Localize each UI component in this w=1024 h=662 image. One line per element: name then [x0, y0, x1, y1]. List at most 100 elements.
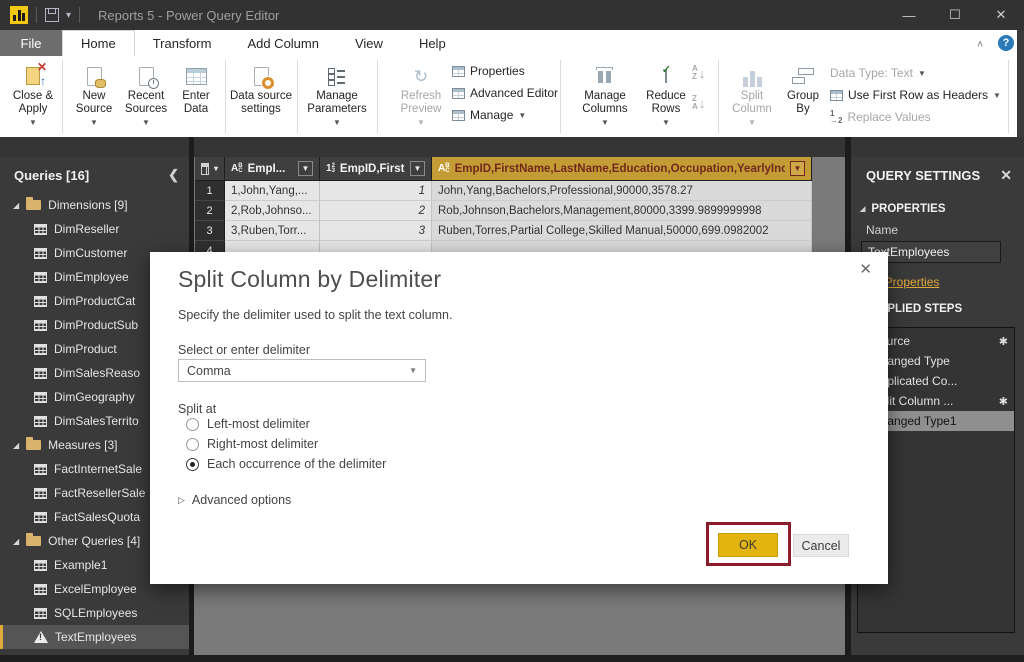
- split-column-icon: [740, 65, 764, 87]
- dialog-close-icon[interactable]: ✕: [859, 260, 872, 278]
- sidebar-folder-dimensions[interactable]: ◢ Dimensions [9]: [0, 193, 189, 217]
- cell[interactable]: John,Yang,Bachelors,Professional,90000,3…: [432, 181, 812, 201]
- column-header-2[interactable]: 123 EmpID,First... ▼: [320, 157, 432, 181]
- tab-view[interactable]: View: [337, 30, 401, 56]
- tab-transform[interactable]: Transform: [135, 30, 230, 56]
- grid-corner-cell[interactable]: ▾: [195, 157, 225, 181]
- properties-button[interactable]: Properties: [452, 64, 525, 78]
- step-settings-gear-icon[interactable]: ✱: [999, 335, 1008, 348]
- advanced-editor-button[interactable]: Advanced Editor: [452, 86, 558, 100]
- step-settings-gear-icon[interactable]: ✱: [999, 395, 1008, 408]
- use-first-row-button[interactable]: Use First Row as Headers ▼: [830, 88, 1001, 102]
- sort-za-icon: Z A ↓: [692, 94, 706, 111]
- data-type-button[interactable]: Data Type: Text ▼: [830, 66, 926, 80]
- table-icon: [34, 487, 47, 499]
- data-source-settings-icon: [253, 66, 274, 89]
- manage-button[interactable]: Manage ▼: [452, 108, 526, 122]
- manage-columns-button[interactable]: Manage Columns ▼: [575, 62, 635, 129]
- tree-expand-icon[interactable]: ◢: [13, 537, 19, 546]
- recent-sources-button[interactable]: Recent Sources ▼: [120, 62, 172, 129]
- table-icon: [34, 367, 47, 379]
- column-filter-icon[interactable]: ▼: [410, 161, 425, 176]
- column-header-1[interactable]: ABC EmpI... ▼: [225, 157, 320, 181]
- radio-each-occurrence[interactable]: Each occurrence of the delimiter: [186, 457, 386, 471]
- table-row: 3 3,Ruben,Torr... 3 Ruben,Torres,Partial…: [195, 221, 812, 241]
- cell[interactable]: 1: [320, 181, 432, 201]
- collapse-queries-icon[interactable]: ❮: [168, 167, 179, 183]
- query-settings-title: QUERY SETTINGS: [866, 167, 981, 183]
- recent-sources-icon: [138, 66, 159, 89]
- titlebar-separator: [36, 7, 37, 23]
- sidebar-item-sqlemployees[interactable]: SQLEmployees: [0, 601, 189, 625]
- reduce-rows-button[interactable]: ✓ Reduce Rows ▼: [640, 62, 692, 129]
- column-filter-icon[interactable]: ▼: [790, 161, 805, 176]
- close-apply-button[interactable]: ✕ ↑ Close & Apply ▼: [8, 61, 58, 129]
- help-icon[interactable]: ?: [998, 35, 1014, 51]
- tab-add-column[interactable]: Add Column: [229, 30, 337, 56]
- folder-icon: [26, 533, 42, 546]
- delimiter-label: Select or enter delimiter: [178, 343, 311, 357]
- cell[interactable]: 1,John,Yang,...: [225, 181, 320, 201]
- replace-values-button[interactable]: 1 →2 Replace Values: [830, 109, 931, 125]
- row-number: 2: [195, 201, 225, 221]
- number-type-icon: 123: [326, 162, 335, 174]
- table-icon: [34, 607, 47, 619]
- table-icon: [34, 319, 47, 331]
- close-window-button[interactable]: ✕: [978, 0, 1024, 30]
- maximize-button[interactable]: ☐: [932, 0, 978, 30]
- advanced-options-toggle[interactable]: ▷ Advanced options: [178, 493, 291, 507]
- sidebar-item-dimreseller[interactable]: DimReseller: [0, 217, 189, 241]
- tab-help[interactable]: Help: [401, 30, 464, 56]
- data-grid: ▾ ABC EmpI... ▼ 123 EmpID,First... ▼ ABC…: [195, 157, 812, 261]
- group-by-button[interactable]: Group By: [782, 62, 824, 116]
- expand-triangle-icon: ▷: [178, 494, 185, 505]
- cancel-button[interactable]: Cancel: [793, 534, 849, 557]
- cell[interactable]: 2,Rob,Johnso...: [225, 201, 320, 221]
- minimize-button[interactable]: —: [886, 0, 932, 30]
- radio-icon: [186, 417, 199, 431]
- collapse-ribbon-icon[interactable]: ∧: [976, 38, 984, 49]
- radio-right-most[interactable]: Right-most delimiter: [186, 437, 318, 451]
- radio-left-most[interactable]: Left-most delimiter: [186, 417, 310, 431]
- tab-file[interactable]: File: [0, 30, 62, 56]
- enter-data-icon: [185, 67, 207, 85]
- split-column-dialog: ✕ Split Column by Delimiter Specify the …: [150, 252, 888, 584]
- dialog-title: Split Column by Delimiter: [178, 266, 442, 292]
- sort-ascending-button[interactable]: A Z ↓: [692, 65, 705, 81]
- sidebar-item-textemployees[interactable]: TextEmployees: [0, 625, 189, 649]
- column-header-3-selected[interactable]: ABC EmpID,FirstName,LastName,Education,O…: [432, 157, 812, 181]
- cell[interactable]: 3: [320, 221, 432, 241]
- data-source-settings-button[interactable]: Data source settings: [230, 62, 292, 116]
- close-panel-icon[interactable]: ✕: [1000, 167, 1012, 184]
- enter-data-button[interactable]: Enter Data: [176, 62, 216, 116]
- new-source-button[interactable]: New Source ▼: [70, 62, 118, 129]
- table-icon: [34, 247, 47, 259]
- column-filter-icon[interactable]: ▼: [298, 161, 313, 176]
- queries-panel-title: Queries [16]: [14, 167, 90, 183]
- save-icon[interactable]: [45, 8, 59, 22]
- tree-expand-icon[interactable]: ◢: [13, 201, 19, 210]
- ribbon-tabs: File Home Transform Add Column View Help…: [0, 30, 1024, 56]
- delimiter-select[interactable]: Comma ▼: [178, 359, 426, 382]
- tab-home[interactable]: Home: [62, 30, 135, 56]
- cell[interactable]: 3,Ruben,Torr...: [225, 221, 320, 241]
- refresh-preview-button[interactable]: ↻ Refresh Preview ▼: [395, 62, 447, 129]
- cell[interactable]: 2: [320, 201, 432, 221]
- tree-expand-icon[interactable]: ◢: [13, 441, 19, 450]
- reduce-rows-icon: ✓: [662, 64, 671, 83]
- ok-button[interactable]: OK: [718, 533, 778, 557]
- split-column-button[interactable]: Split Column ▼: [726, 62, 778, 129]
- cell[interactable]: Rob,Johnson,Bachelors,Management,80000,3…: [432, 201, 812, 221]
- table-icon: [201, 162, 209, 175]
- table-row: 1 1,John,Yang,... 1 John,Yang,Bachelors,…: [195, 181, 812, 201]
- replace-values-icon: 1 →2: [830, 109, 843, 125]
- section-collapse-icon[interactable]: ◢: [860, 205, 865, 213]
- quick-access-dropdown-icon[interactable]: ▾: [66, 10, 71, 21]
- cell[interactable]: Ruben,Torres,Partial College,Skilled Man…: [432, 221, 812, 241]
- row-number: 1: [195, 181, 225, 201]
- group-by-icon: [792, 68, 814, 84]
- sort-descending-button[interactable]: Z A ↓: [692, 95, 705, 111]
- manage-parameters-button[interactable]: Manage Parameters ▼: [303, 62, 371, 129]
- use-first-row-icon: [830, 89, 843, 101]
- ribbon: ✕↑ Close & Apply▼ Close New Source▼ Rece…: [0, 56, 1024, 189]
